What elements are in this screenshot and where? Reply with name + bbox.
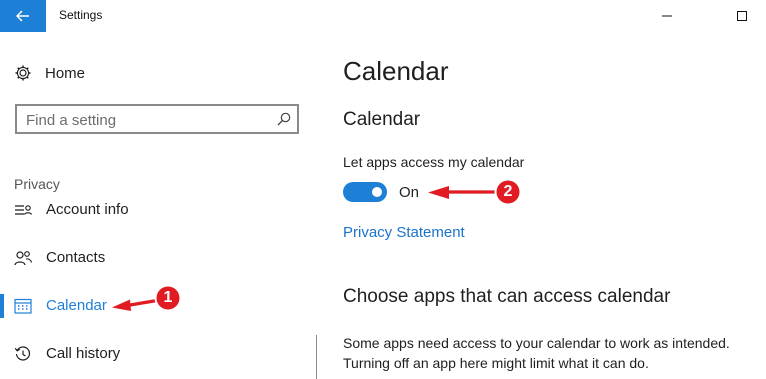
annotation-marker-1: 1: [163, 289, 173, 306]
sidebar-item-account-info[interactable]: Account info: [0, 195, 310, 225]
maximize-icon: [737, 11, 747, 21]
page-title: Calendar: [343, 56, 449, 86]
back-arrow-icon: [16, 10, 29, 22]
sidebar-item-label: Contacts: [46, 249, 106, 266]
account-info-icon: [15, 205, 32, 215]
window-title: Settings: [59, 8, 103, 22]
sidebar-item-contacts[interactable]: Contacts: [0, 243, 310, 273]
minimize-icon: [662, 15, 672, 17]
sidebar-item-label: Call history: [46, 345, 121, 362]
selection-indicator: [0, 294, 4, 318]
maximize-button[interactable]: [719, 0, 765, 32]
calendar-icon: [14, 298, 32, 314]
scrollbar-divider: [316, 335, 317, 379]
contacts-icon: [14, 251, 32, 266]
privacy-statement-link[interactable]: Privacy Statement: [343, 224, 465, 241]
nav-home[interactable]: Home: [14, 62, 85, 84]
description-text: Some apps need access to your calendar t…: [343, 333, 763, 373]
search-box[interactable]: Find a setting: [15, 104, 299, 134]
toggle-state-label: On: [399, 184, 420, 201]
description-line-2: Turning off an app here might limit what…: [343, 355, 649, 371]
history-icon: [14, 346, 31, 361]
gear-icon: [15, 65, 31, 81]
choose-apps-heading: Choose apps that can access calendar: [343, 286, 671, 307]
search-placeholder: Find a setting: [26, 112, 117, 129]
search-icon[interactable]: [277, 112, 291, 126]
annotation-marker-2: 2: [503, 183, 513, 200]
minimize-button[interactable]: [644, 0, 690, 32]
toggle-caption: Let apps access my calendar: [343, 154, 525, 170]
calendar-access-toggle[interactable]: [343, 182, 387, 202]
sidebar-item-label: Account info: [46, 201, 129, 218]
toggle-knob: [372, 187, 382, 197]
title-bar: Settings: [0, 0, 766, 32]
nav-home-label: Home: [45, 64, 86, 82]
sidebar-item-label: Calendar: [46, 297, 107, 314]
description-line-1: Some apps need access to your calendar t…: [343, 335, 730, 351]
section-title: Calendar: [343, 109, 421, 130]
sidebar-section-label: Privacy: [14, 176, 60, 192]
sidebar-item-call-history[interactable]: Call history: [0, 339, 310, 369]
back-button[interactable]: [0, 0, 46, 32]
